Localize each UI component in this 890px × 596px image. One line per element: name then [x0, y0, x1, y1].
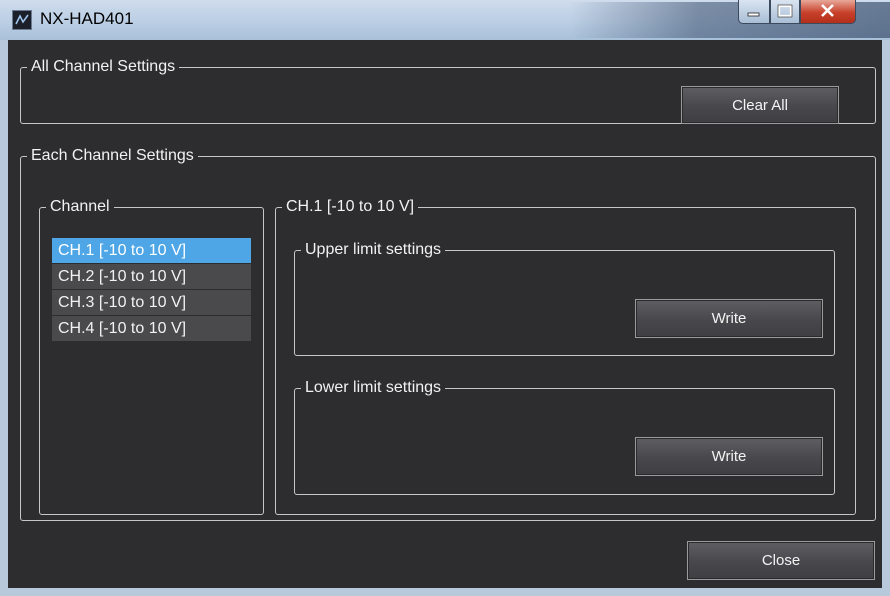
- lower-write-button[interactable]: Write: [635, 437, 823, 476]
- lower-limit-legend: Lower limit settings: [305, 379, 442, 396]
- all-channel-settings-group: All Channel Settings Clear All: [20, 58, 876, 124]
- channel-list-legend: Channel: [50, 198, 110, 215]
- channel-detail-legend: CH.1 [-10 to 10 V]: [286, 198, 415, 215]
- dialog-window: NX-HAD401 All Channel Settings Clear All…: [0, 0, 890, 596]
- maximize-button[interactable]: [770, 0, 800, 24]
- upper-write-button[interactable]: Write: [635, 299, 823, 338]
- close-button[interactable]: Close: [687, 541, 875, 580]
- maximize-icon: [777, 4, 793, 18]
- each-channel-settings-legend: Each Channel Settings: [31, 147, 194, 164]
- list-item-ch3[interactable]: CH.3 [-10 to 10 V]: [52, 290, 251, 315]
- title-bar[interactable]: NX-HAD401: [0, 0, 890, 40]
- upper-limit-legend: Upper limit settings: [305, 241, 442, 258]
- each-channel-settings-group: Each Channel Settings Channel CH.1 [-10 …: [20, 147, 876, 521]
- list-item-ch2[interactable]: CH.2 [-10 to 10 V]: [52, 264, 251, 289]
- caption-buttons: [738, 0, 856, 24]
- list-item-ch4[interactable]: CH.4 [-10 to 10 V]: [52, 316, 251, 341]
- list-item-ch1[interactable]: CH.1 [-10 to 10 V]: [52, 238, 251, 263]
- all-channel-settings-legend: All Channel Settings: [31, 58, 176, 75]
- channel-detail-group: CH.1 [-10 to 10 V] Upper limit settings …: [275, 198, 856, 515]
- close-window-button[interactable]: [800, 0, 856, 24]
- minimize-icon: [747, 12, 760, 17]
- clear-all-button[interactable]: Clear All: [681, 86, 839, 124]
- window-title: NX-HAD401: [40, 9, 134, 28]
- close-icon: [821, 4, 834, 17]
- app-icon: [12, 10, 32, 30]
- dialog-client-area: All Channel Settings Clear All Each Chan…: [8, 40, 882, 588]
- upper-limit-settings-group: Upper limit settings Write: [294, 241, 835, 356]
- channel-list-group: Channel CH.1 [-10 to 10 V] CH.2 [-10 to …: [39, 198, 264, 515]
- lower-limit-settings-group: Lower limit settings Write: [294, 379, 835, 495]
- channel-listbox[interactable]: CH.1 [-10 to 10 V] CH.2 [-10 to 10 V] CH…: [52, 238, 251, 342]
- minimize-button[interactable]: [738, 0, 770, 24]
